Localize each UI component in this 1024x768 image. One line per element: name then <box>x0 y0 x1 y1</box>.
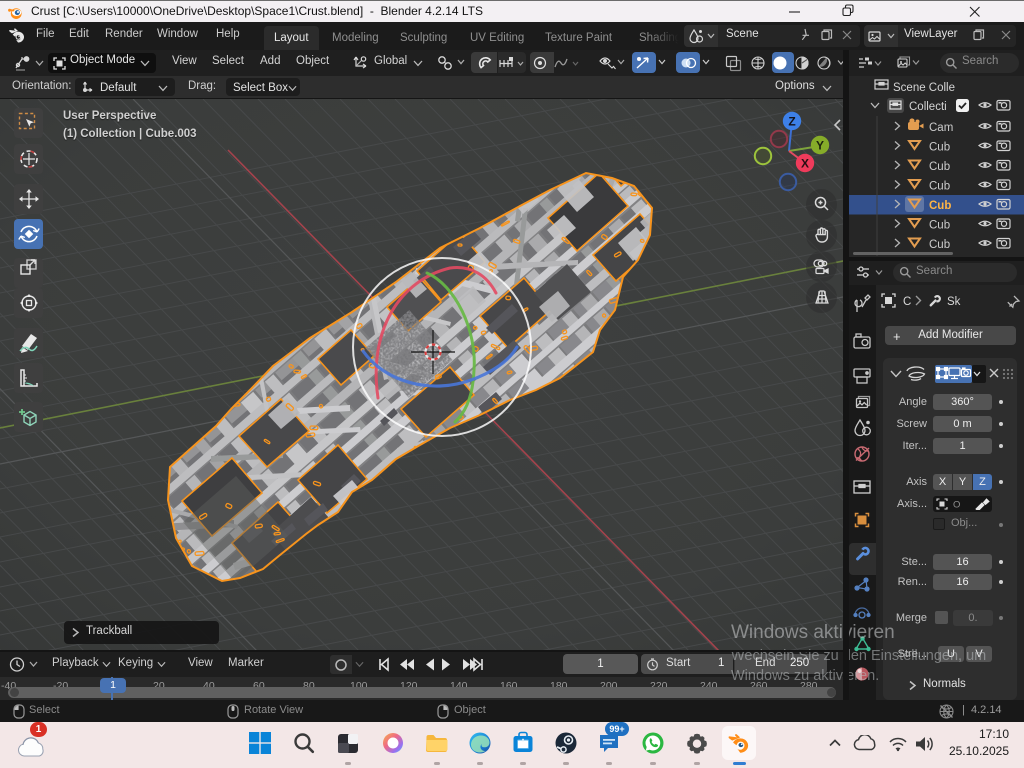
svg-text:Collecti: Collecti <box>909 101 947 113</box>
svg-text:Cub: Cub <box>929 200 951 212</box>
svg-text:Scene Colle: Scene Colle <box>893 82 955 94</box>
svg-text:Cub: Cub <box>929 142 950 154</box>
svg-text:Sk: Sk <box>947 296 961 308</box>
svg-text:C: C <box>903 296 911 308</box>
svg-text:Cub: Cub <box>929 161 950 173</box>
svg-text:Cub: Cub <box>929 220 950 232</box>
svg-text:X: X <box>801 157 809 171</box>
svg-text:Z: Z <box>788 115 795 129</box>
svg-text:O: O <box>953 500 960 511</box>
svg-text:Cub: Cub <box>929 181 950 193</box>
svg-text:Cam: Cam <box>929 122 953 134</box>
svg-text:Cub: Cub <box>929 239 950 251</box>
svg-text:Y: Y <box>816 139 824 153</box>
